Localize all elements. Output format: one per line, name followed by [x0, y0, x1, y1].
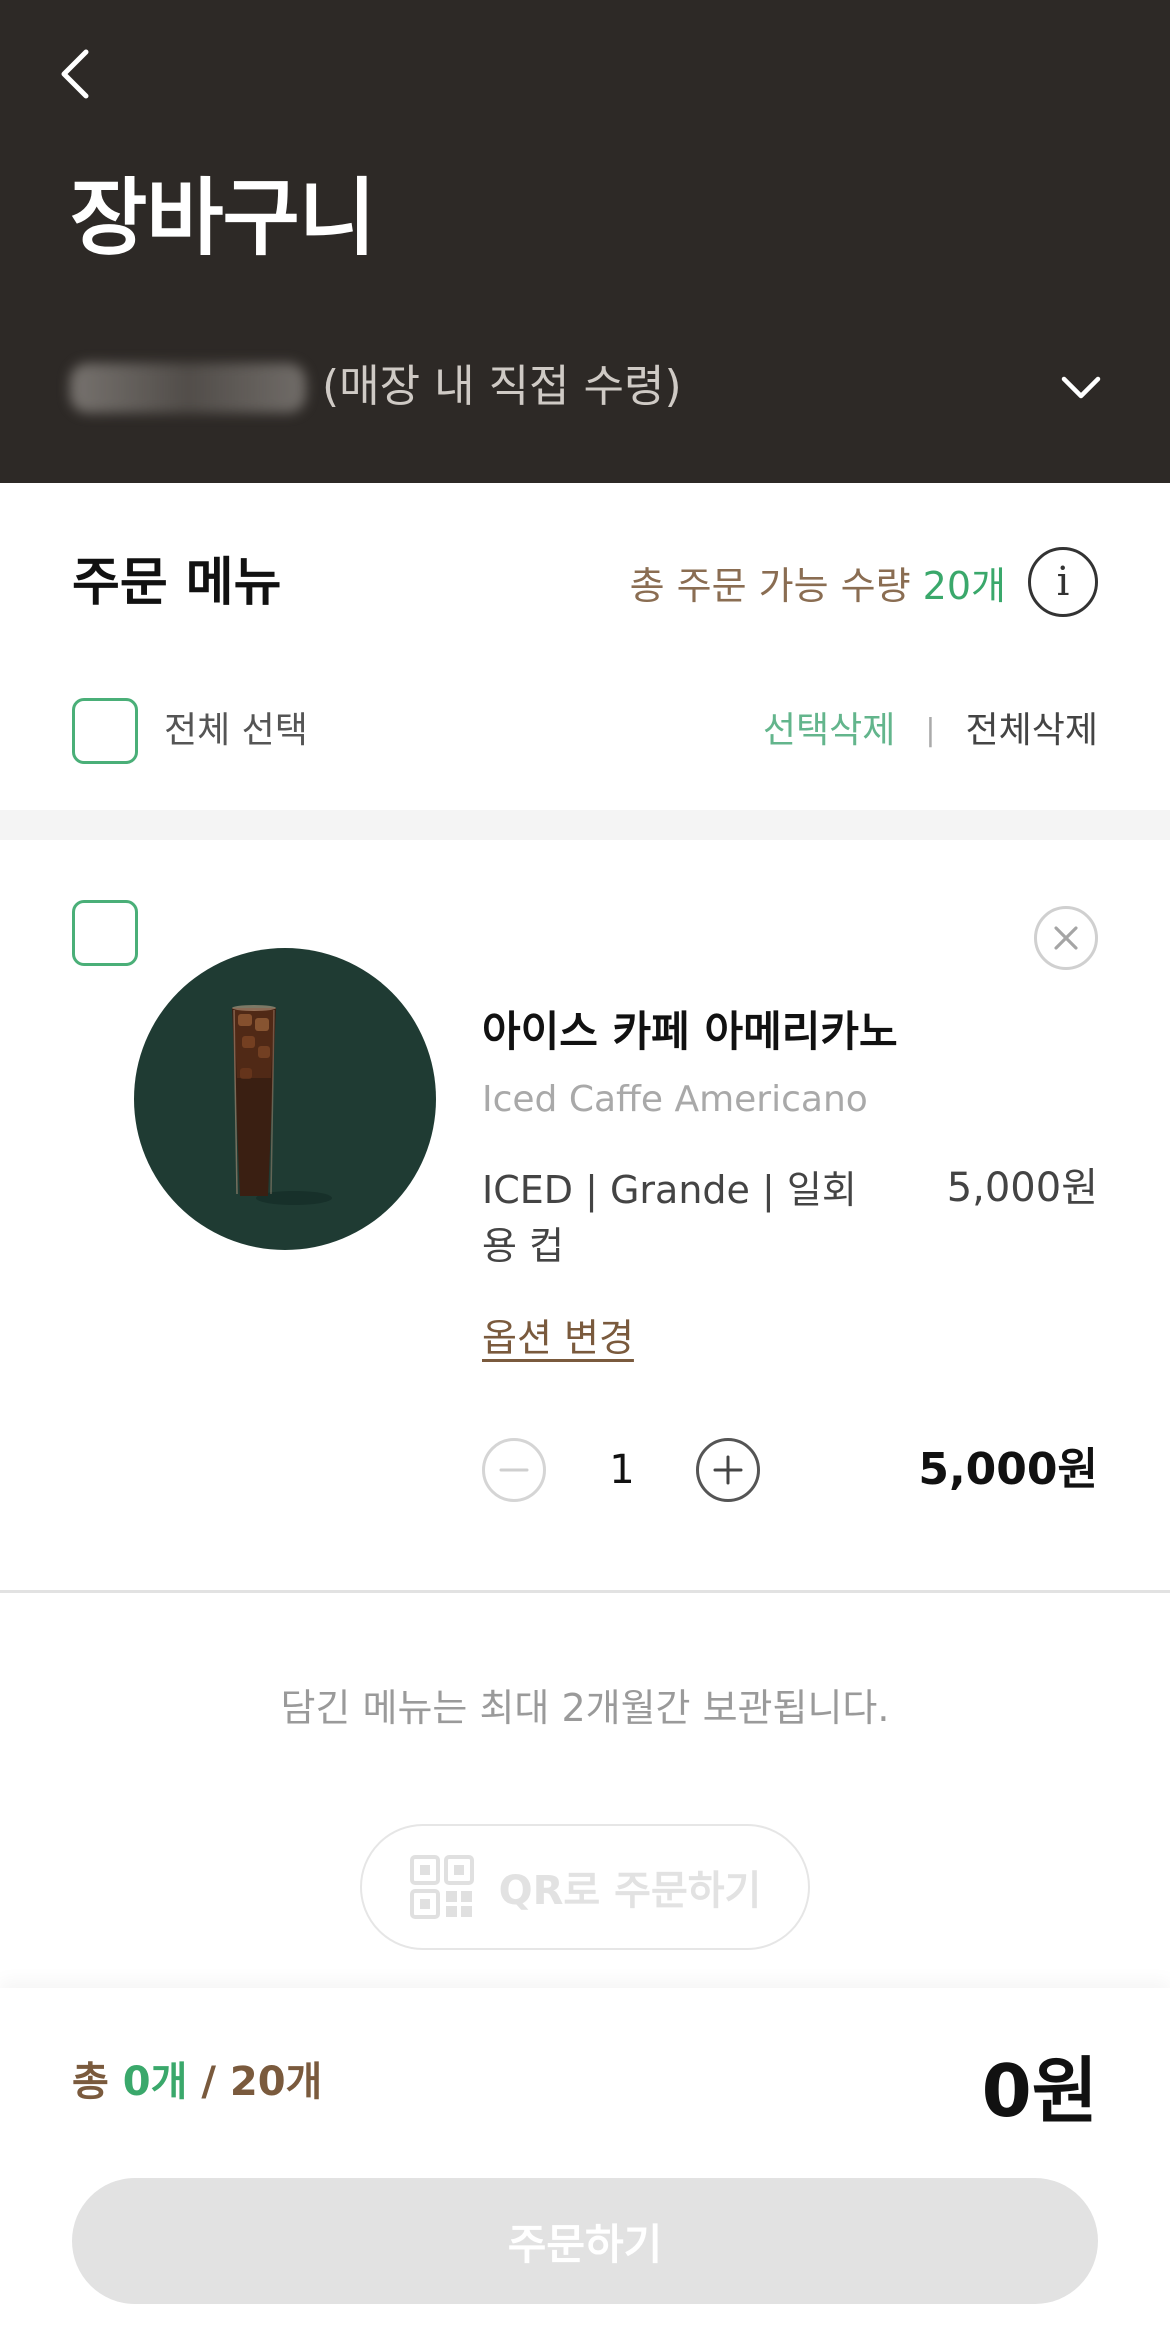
option-change-link[interactable]: 옵션 변경: [482, 1310, 634, 1366]
selected-count: 0개: [122, 2059, 188, 2105]
storage-notice: 담긴 메뉴는 최대 2개월간 보관됩니다.: [280, 1686, 890, 1730]
order-button[interactable]: 주문하기: [72, 2178, 1098, 2304]
section-divider: [0, 810, 1170, 840]
select-all-row: 전체 선택 선택삭제 | 전체삭제: [72, 698, 1098, 766]
order-limit-label: 총 주문 가능 수량: [629, 563, 911, 608]
item-name-english: Iced Caffe Americano: [482, 1079, 868, 1120]
page-title: 장바구니: [70, 169, 376, 267]
select-all-checkbox[interactable]: [72, 698, 138, 764]
iced-americano-icon: [232, 1005, 332, 1205]
product-image: [134, 948, 436, 1250]
qr-code-icon: [409, 1855, 474, 1919]
max-count: 20개: [229, 2059, 323, 2105]
item-checkbox[interactable]: [72, 900, 138, 966]
count-separator: /: [201, 2059, 216, 2105]
chevron-down-icon[interactable]: [1056, 363, 1106, 413]
delete-all-button[interactable]: 전체삭제: [966, 706, 1098, 756]
increase-quantity-button[interactable]: [696, 1438, 760, 1502]
order-limit-value: 20개: [922, 563, 1006, 608]
item-line-total: 5,000원: [918, 1444, 1098, 1495]
total-prefix: 총: [72, 2059, 109, 2105]
quantity-value: 1: [609, 1447, 635, 1493]
select-all-label[interactable]: 전체 선택: [164, 706, 308, 756]
chevron-left-icon[interactable]: [52, 42, 108, 106]
total-count: 총 0개 / 20개: [72, 2054, 322, 2110]
qr-order-label: QR로 주문하기: [498, 1868, 762, 1914]
delete-actions: 선택삭제 | 전체삭제: [763, 706, 1098, 756]
quantity-stepper: 1: [482, 1438, 762, 1502]
section-title: 주문 메뉴: [72, 553, 282, 613]
item-unit-price: 5,000원: [946, 1165, 1098, 1211]
store-selector[interactable]: (매장 내 직접 수령): [70, 355, 1101, 419]
item-divider: [0, 1590, 1170, 1593]
decrease-quantity-button[interactable]: [482, 1438, 546, 1502]
delete-selected-button[interactable]: 선택삭제: [763, 706, 895, 756]
cart-header: 장바구니 (매장 내 직접 수령): [0, 0, 1170, 483]
total-price: 0원: [981, 2049, 1098, 2133]
pickup-type-label: (매장 내 직접 수령): [322, 361, 682, 412]
store-name: [70, 363, 306, 413]
minus-icon: [499, 1468, 529, 1472]
qr-order-button[interactable]: QR로 주문하기: [360, 1824, 810, 1950]
order-limit: 총 주문 가능 수량 20개 i: [630, 545, 1098, 619]
plus-icon: [713, 1455, 743, 1485]
info-icon[interactable]: i: [1028, 547, 1098, 617]
item-name-korean: 아이스 카페 아메리카노: [482, 1007, 898, 1056]
close-icon[interactable]: [1034, 906, 1098, 970]
item-options: ICED | Grande | 일회용 컵: [482, 1168, 857, 1268]
delete-separator: |: [925, 713, 936, 748]
